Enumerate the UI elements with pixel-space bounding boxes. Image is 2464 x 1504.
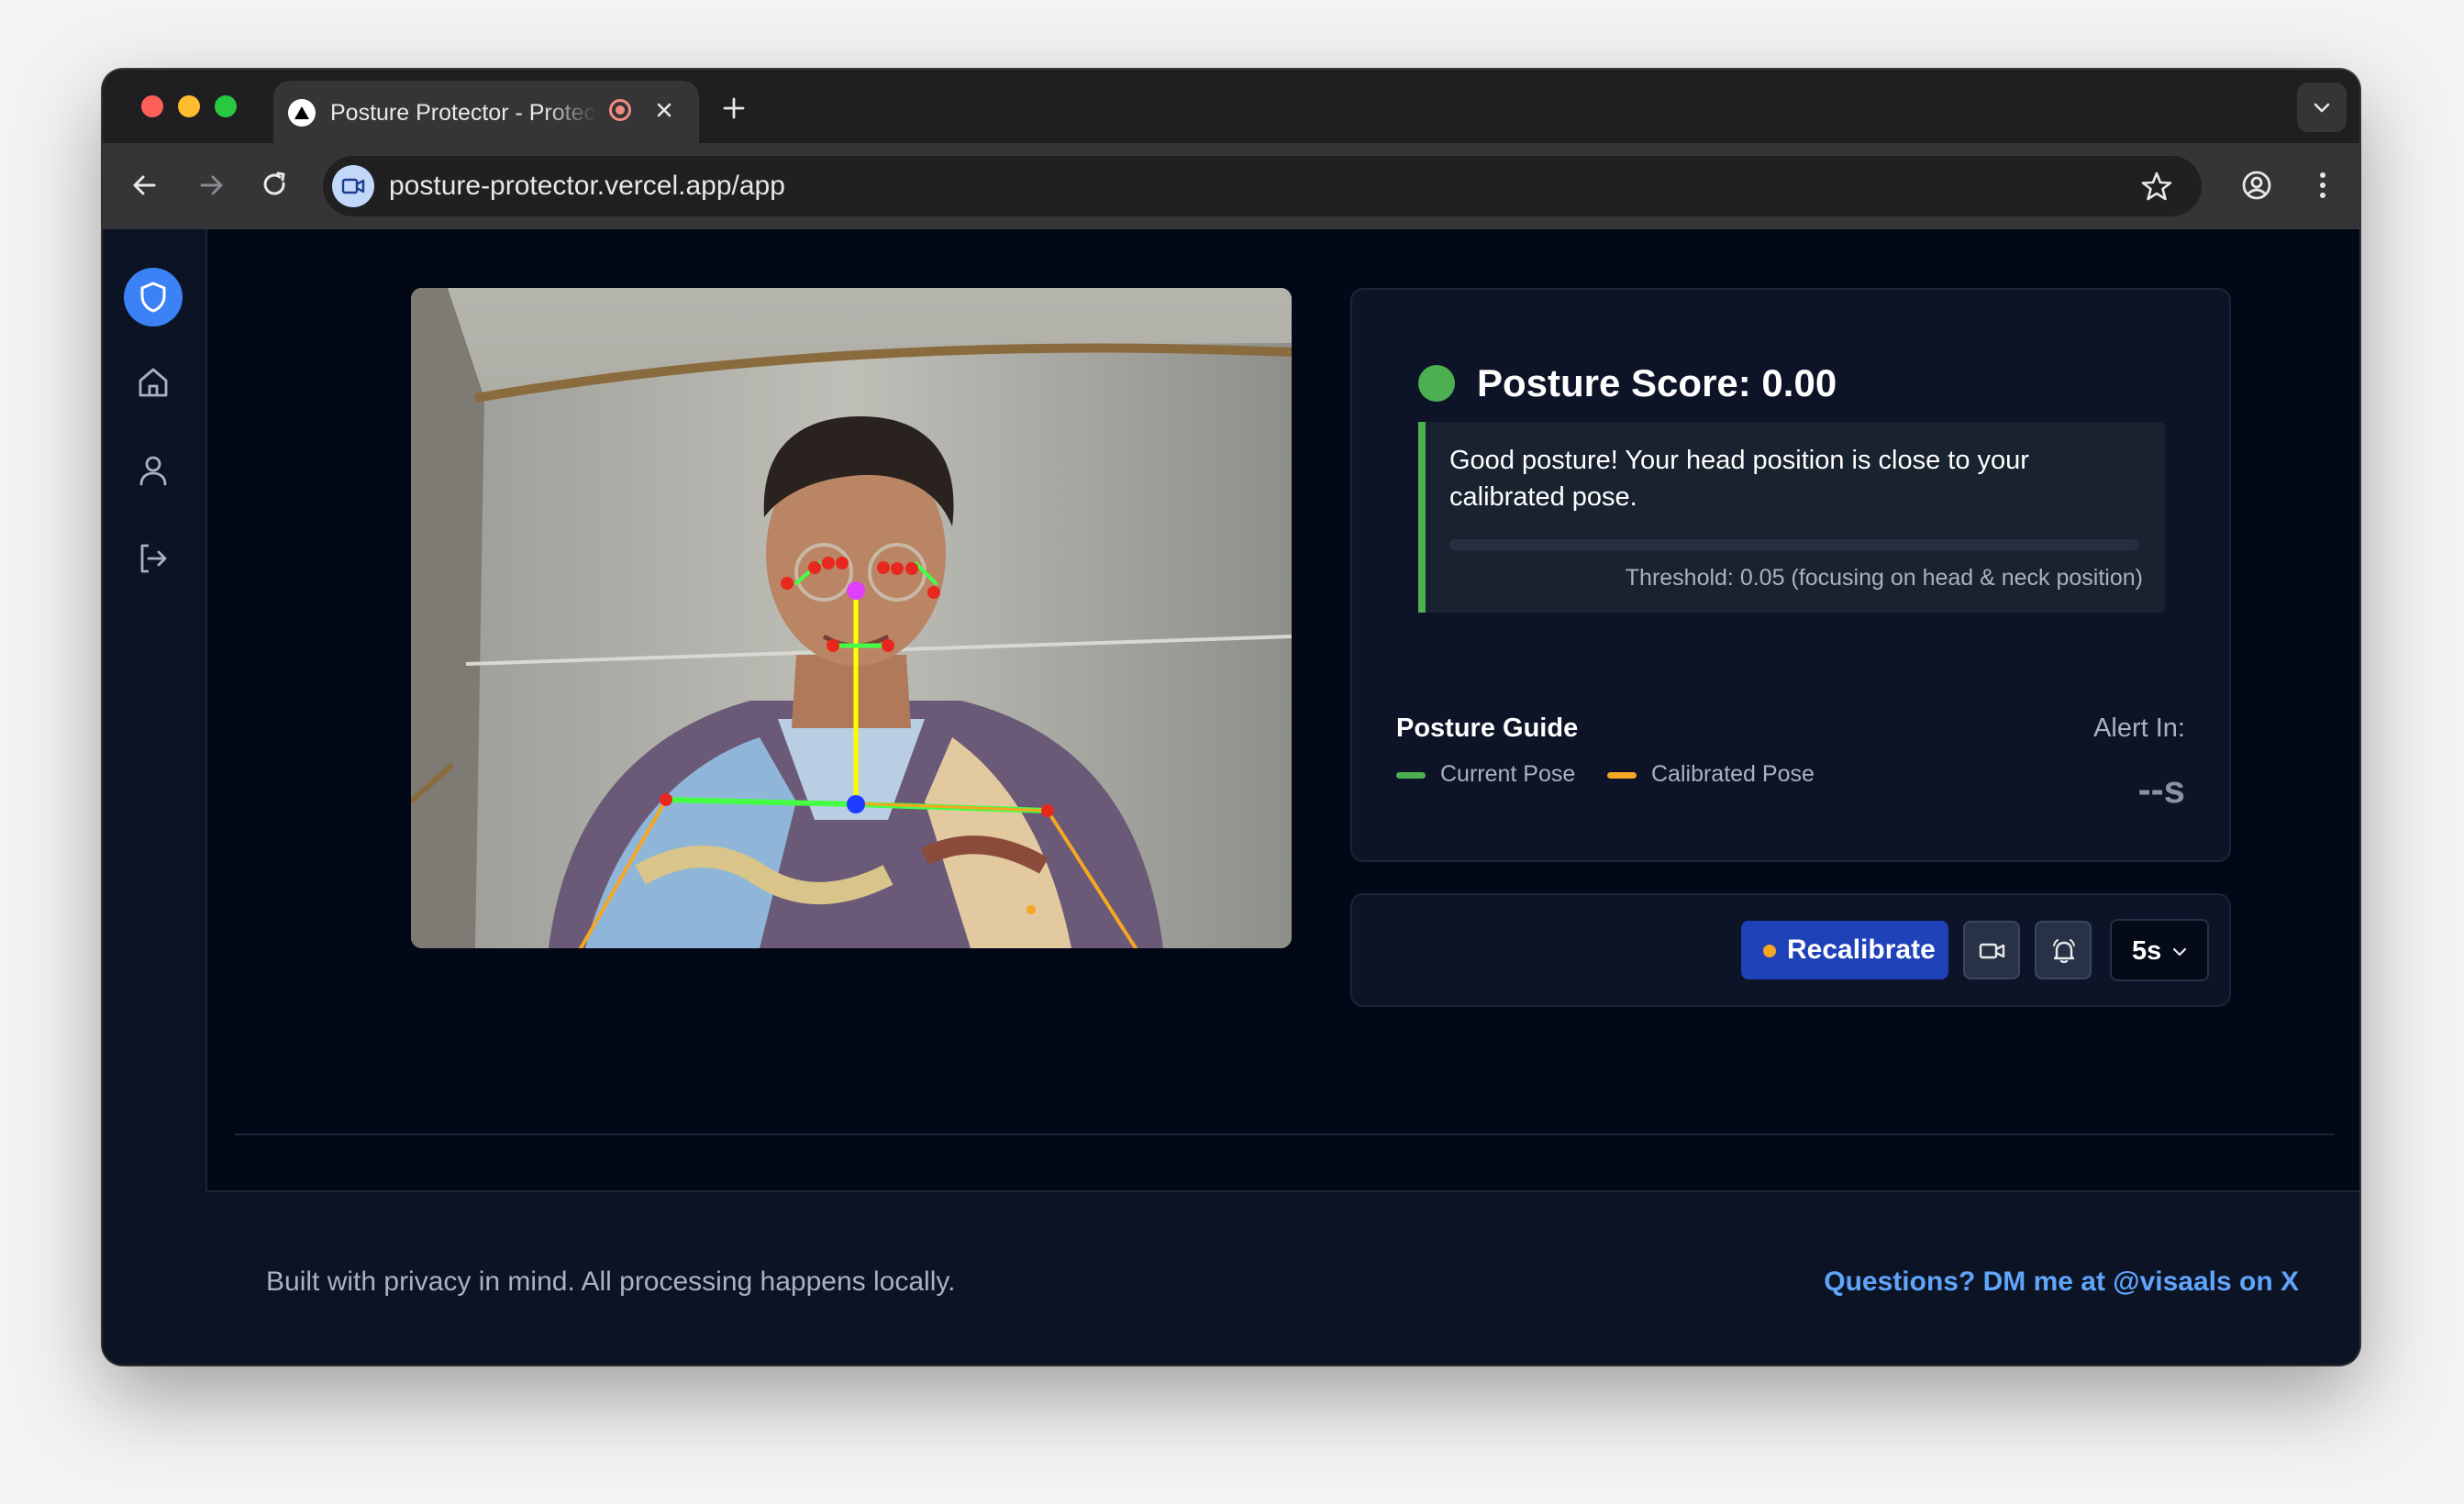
active-tab[interactable]: Posture Protector - Protect xyxy=(273,81,699,143)
close-tab-icon[interactable] xyxy=(649,95,679,125)
vercel-favicon-icon xyxy=(288,99,316,127)
calibrated-pose-label: Calibrated Pose xyxy=(1651,761,1815,787)
contact-link[interactable]: Questions? DM me at @visaals on X xyxy=(1824,1266,2299,1299)
threshold-text: Threshold: 0.05 (focusing on head & neck… xyxy=(1625,565,2143,591)
privacy-note: Built with privacy in mind. All processi… xyxy=(266,1266,956,1297)
url-text: posture-protector.vercel.app/app xyxy=(389,171,785,201)
shield-icon[interactable] xyxy=(124,268,183,326)
controls-bar: Recalibrate 5s xyxy=(1350,893,2231,1007)
recording-icon xyxy=(609,99,631,121)
tab-strip: Posture Protector - Protect xyxy=(103,70,2359,143)
star-icon[interactable] xyxy=(2139,169,2174,204)
address-bar[interactable]: posture-protector.vercel.app/app xyxy=(323,156,2202,216)
current-pose-label: Current Pose xyxy=(1440,761,1576,787)
minimize-window-button[interactable] xyxy=(178,95,200,117)
user-icon[interactable] xyxy=(134,451,172,490)
alert-countdown: --s xyxy=(2137,768,2185,811)
browser-window: Posture Protector - Protect posture-prot… xyxy=(103,70,2359,1365)
camera-icon xyxy=(1979,943,2005,959)
status-indicator xyxy=(1418,365,1455,402)
posture-score-title: Posture Score: 0.00 xyxy=(1477,361,1837,404)
notifications-button[interactable] xyxy=(2035,921,2092,979)
section-divider xyxy=(235,1134,2334,1135)
calibrated-pose-swatch xyxy=(1607,772,1637,779)
webcam-feed xyxy=(411,288,1292,948)
profile-icon[interactable] xyxy=(2235,163,2279,207)
current-pose-swatch xyxy=(1396,772,1426,779)
home-icon[interactable] xyxy=(134,363,172,402)
close-window-button[interactable] xyxy=(141,95,163,117)
browser-toolbar: posture-protector.vercel.app/app xyxy=(103,143,2359,229)
sidebar xyxy=(103,229,207,1365)
tab-title: Posture Protector - Protect xyxy=(330,100,596,126)
chevron-down-icon xyxy=(2172,947,2187,957)
posture-guide-title: Posture Guide xyxy=(1396,713,1579,743)
posture-feedback: Good posture! Your head position is clos… xyxy=(1418,422,2165,613)
footer: Built with privacy in mind. All processi… xyxy=(205,1190,2359,1365)
back-arrow-icon[interactable] xyxy=(123,163,167,207)
new-tab-icon[interactable] xyxy=(716,90,752,127)
score-progress-bar xyxy=(1449,539,2139,550)
feedback-message: Good posture! Your head position is clos… xyxy=(1449,446,2029,512)
alert-interval-select[interactable]: 5s xyxy=(2110,919,2209,981)
bell-icon xyxy=(2053,939,2075,964)
alert-interval-value: 5s xyxy=(2132,936,2162,966)
app-content: Posture Score: 0.00 Good posture! Your h… xyxy=(103,229,2359,1365)
recalibrate-indicator xyxy=(1763,945,1776,957)
alert-in-label: Alert In: xyxy=(2093,713,2185,743)
maximize-window-button[interactable] xyxy=(215,95,237,117)
reload-icon[interactable] xyxy=(253,163,297,207)
camera-in-use-icon[interactable] xyxy=(332,165,374,207)
forward-arrow-icon[interactable] xyxy=(189,163,233,207)
recalibrate-label: Recalibrate xyxy=(1787,934,1936,965)
chevron-down-icon xyxy=(2314,103,2330,113)
logout-icon[interactable] xyxy=(134,539,172,578)
recalibrate-button[interactable]: Recalibrate xyxy=(1741,921,1948,979)
posture-score-card: Posture Score: 0.00 Good posture! Your h… xyxy=(1350,288,2231,862)
camera-toggle-button[interactable] xyxy=(1963,921,2020,979)
more-menu-icon[interactable] xyxy=(2301,163,2345,207)
tab-search-button[interactable] xyxy=(2297,83,2347,132)
